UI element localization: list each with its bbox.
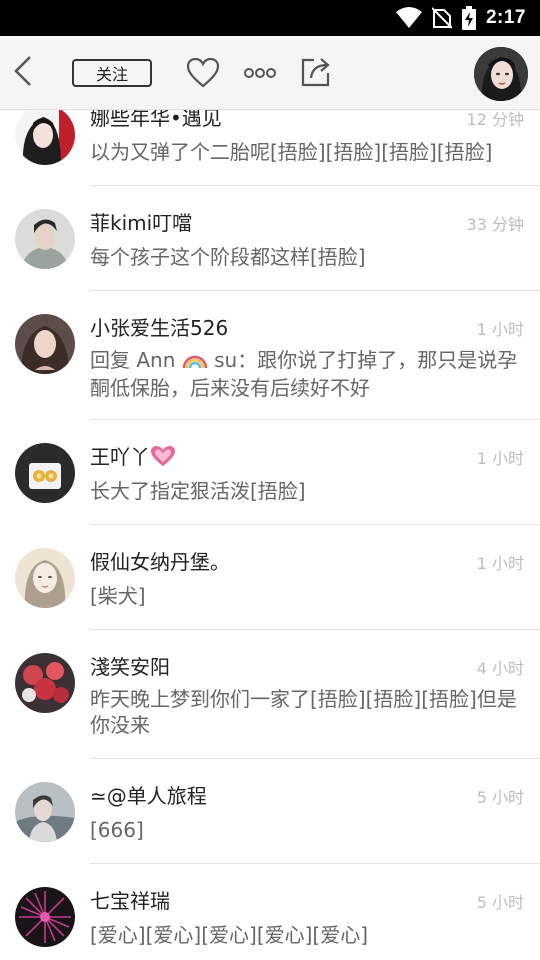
comment-list[interactable]: 娜些年华•遇见 12 分钟 以为又弹了个二胎呢[捂脸][捂脸][捂脸][捂脸] … — [0, 110, 540, 960]
comment-time: 5 小时 — [476, 893, 524, 912]
more-icon — [244, 68, 276, 87]
divider — [90, 524, 540, 525]
comment-username[interactable]: 假仙女纳丹堡。 — [90, 546, 230, 575]
heart-icon — [186, 57, 220, 93]
status-time: 2:17 — [485, 7, 526, 28]
author-avatar[interactable] — [474, 47, 528, 101]
comment-time: 12 分钟 — [466, 110, 524, 129]
divider — [90, 758, 540, 759]
divider — [90, 629, 540, 630]
no-sim-icon — [431, 7, 452, 29]
avatar[interactable] — [15, 782, 75, 842]
comment-time: 4 小时 — [476, 659, 524, 678]
like-button[interactable] — [186, 57, 220, 89]
divider — [90, 863, 540, 864]
comment-text: 回复 Ann su：跟你说了打掉了，那只是说孕酮低保胎，后来没有后续好不好 — [90, 347, 530, 401]
avatar[interactable] — [15, 443, 75, 503]
avatar[interactable] — [15, 653, 75, 713]
more-button[interactable] — [244, 63, 276, 83]
divider — [90, 185, 540, 186]
comment-username[interactable]: 王吖丫 — [90, 441, 176, 472]
share-icon — [300, 58, 332, 92]
comment-username[interactable]: 娜些年华•遇见 — [90, 110, 222, 131]
avatar[interactable] — [15, 887, 75, 947]
comment-text: [666] — [90, 818, 144, 842]
divider — [90, 290, 540, 291]
wifi-icon — [395, 7, 422, 29]
avatar[interactable] — [15, 314, 75, 374]
comment-text: [爱心][爱心][爱心][爱心][爱心] — [90, 923, 369, 947]
avatar[interactable] — [15, 209, 75, 269]
rainbow-icon — [182, 349, 208, 375]
username-text: 王吖丫 — [90, 445, 150, 469]
comment-time: 33 分钟 — [466, 215, 524, 234]
battery-charging-icon — [461, 6, 476, 30]
comment-text: 每个孩子这个阶段都这样[捂脸] — [90, 245, 366, 269]
comment-time: 1 小时 — [476, 449, 524, 468]
divider — [90, 419, 540, 420]
share-button[interactable] — [300, 56, 332, 88]
comment-username[interactable]: ≃@单人旅程 — [90, 780, 207, 809]
top-bar: 关注 — [0, 36, 540, 110]
comment-username[interactable]: 七宝祥瑞 — [90, 885, 170, 914]
comment-time: 1 小时 — [476, 554, 524, 573]
back-button[interactable] — [8, 53, 38, 93]
comment-username[interactable]: 小张爱生活526 — [90, 312, 228, 341]
comment-username[interactable]: 菲kimi叮噹 — [90, 207, 192, 236]
avatar[interactable] — [15, 548, 75, 608]
comment-text: 长大了指定狠活泼[捂脸] — [90, 479, 306, 503]
status-bar: 2:17 — [0, 0, 540, 36]
comment-time: 5 小时 — [476, 788, 524, 807]
back-icon — [14, 55, 32, 91]
comment-text: [柴犬] — [90, 584, 146, 608]
comment-text: 昨天晚上梦到你们一家了[捂脸][捂脸][捂脸]但是你没来 — [90, 687, 517, 737]
comment-text: 以为又弹了个二胎呢[捂脸][捂脸][捂脸][捂脸] — [90, 140, 493, 164]
follow-button[interactable]: 关注 — [72, 59, 152, 87]
comment-time: 1 小时 — [476, 320, 524, 339]
pink-heart-icon — [150, 445, 176, 472]
comment-username[interactable]: 淺笑安阳 — [90, 651, 170, 680]
reply-prefix: 回复 Ann — [90, 348, 182, 372]
avatar[interactable] — [15, 110, 75, 165]
